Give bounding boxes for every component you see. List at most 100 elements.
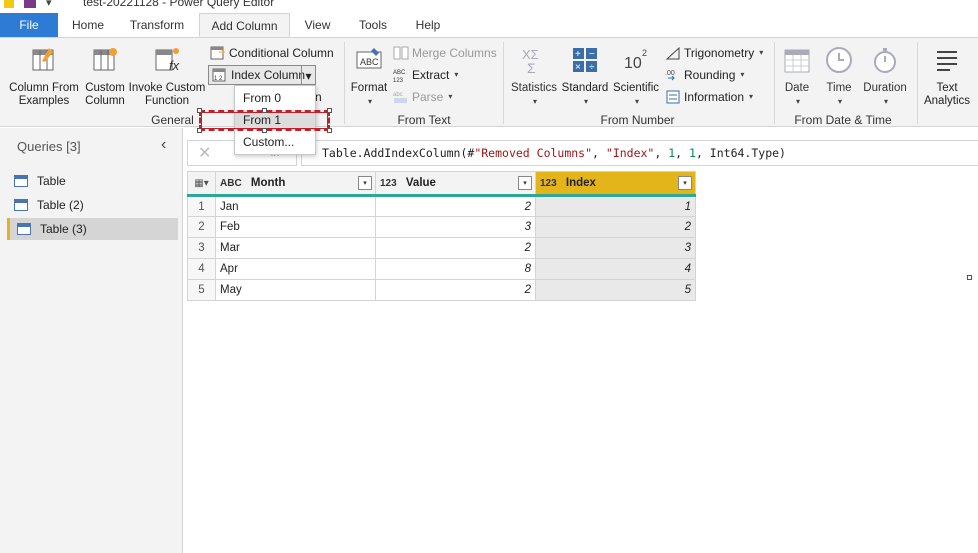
column-header-month[interactable]: ABC Month ▾ <box>215 171 376 197</box>
standard-icon: + − × ÷ <box>573 48 597 73</box>
quick-access-dropdown-icon[interactable]: ▾ <box>46 0 52 9</box>
table-icon <box>17 223 31 235</box>
index-column-dropdown-icon[interactable]: ▾ <box>301 66 315 84</box>
menu-item-from-1[interactable]: From 1 <box>235 110 315 130</box>
time-label: Time <box>826 82 852 94</box>
conditional-column-button[interactable]: Conditional Column <box>210 43 334 63</box>
resize-handle <box>327 128 332 133</box>
collapse-pane-icon[interactable]: ‹ <box>161 136 166 154</box>
number-type-icon[interactable]: 123 <box>380 178 397 189</box>
tab-transform[interactable]: Transform <box>126 13 188 37</box>
merge-columns-icon <box>393 46 409 60</box>
cell-value[interactable]: 2 <box>375 195 536 217</box>
rounding-button[interactable]: .00 Rounding ▾ <box>665 65 744 85</box>
group-label-from-text: From Text <box>397 113 451 127</box>
trigonometry-button[interactable]: Trigonometry ▾ <box>665 43 763 63</box>
powerbi-logo-icon <box>4 0 14 8</box>
formula-string-1: "Removed Columns" <box>474 146 593 160</box>
column-from-examples-button[interactable]: Column From Examples <box>6 46 82 108</box>
table-menu-button[interactable]: ▦▾ <box>187 171 216 197</box>
date-button[interactable]: Date ▾ <box>778 46 816 108</box>
index-column-button[interactable]: 1 2 Index Column ▾ <box>208 65 316 85</box>
column-header-index[interactable]: 123 Index ▾ <box>535 171 696 197</box>
duration-button[interactable]: Duration ▾ <box>860 46 910 108</box>
format-button[interactable]: ABC Format ▾ <box>349 46 389 108</box>
svg-text:÷: ÷ <box>589 62 595 73</box>
query-item-table[interactable]: Table <box>7 170 178 192</box>
statistics-button[interactable]: XΣ Σ Statistics ▾ <box>509 46 559 108</box>
query-item-label: Table (2) <box>37 198 84 212</box>
cell-index[interactable]: 2 <box>535 216 696 238</box>
svg-text:+: + <box>575 49 581 60</box>
time-clock-icon <box>826 47 852 73</box>
scientific-dropdown-icon: ▾ <box>634 97 639 106</box>
custom-column-button[interactable]: Custom Column <box>82 46 128 108</box>
cell-index[interactable]: 4 <box>535 258 696 280</box>
rounding-label: Rounding <box>684 68 736 82</box>
information-button[interactable]: Information ▾ <box>665 87 753 107</box>
window-title: test-20221128 - Power Query Editor <box>83 0 275 9</box>
pane-resize-handle[interactable] <box>967 275 972 280</box>
standard-button[interactable]: + − × ÷ Standard ▾ <box>559 46 611 108</box>
date-calendar-icon <box>784 49 810 73</box>
cell-value[interactable]: 3 <box>375 216 536 238</box>
statistics-dropdown-icon: ▾ <box>532 97 537 106</box>
query-item-table-2[interactable]: Table (2) <box>7 194 178 216</box>
format-dropdown-icon: ▾ <box>367 97 372 106</box>
tab-view[interactable]: View <box>300 13 335 37</box>
ribbon-separator <box>774 42 775 124</box>
information-label: Information <box>684 90 745 104</box>
cell-month[interactable]: Jan <box>215 195 376 217</box>
extract-icon: ABC 123 <box>393 70 406 83</box>
merge-columns-button[interactable]: Merge Columns <box>393 43 497 63</box>
cell-index[interactable]: 5 <box>535 279 696 301</box>
menu-item-custom[interactable]: Custom... <box>235 132 315 152</box>
cell-value[interactable]: 8 <box>375 258 536 280</box>
cell-month[interactable]: Apr <box>215 258 376 280</box>
query-item-table-3[interactable]: Table (3) <box>7 218 178 240</box>
filter-dropdown-icon[interactable]: ▾ <box>518 176 532 190</box>
cell-month[interactable]: Feb <box>215 216 376 238</box>
queries-pane: Queries [3] ‹ Table Table (2) Table (3) <box>0 128 183 553</box>
information-dropdown-icon: ▾ <box>749 92 754 101</box>
tab-help[interactable]: Help <box>410 13 446 37</box>
save-icon[interactable] <box>24 0 36 8</box>
cell-month[interactable]: Mar <box>215 237 376 259</box>
tab-tools[interactable]: Tools <box>354 13 392 37</box>
standard-label: Standard <box>561 82 609 94</box>
cell-index[interactable]: 3 <box>535 237 696 259</box>
svg-text:ABC: ABC <box>360 57 379 67</box>
invoke-custom-function-button[interactable]: fx Invoke Custom Function <box>128 46 206 108</box>
format-label: Format <box>350 82 388 94</box>
cell-month[interactable]: May <box>215 279 376 301</box>
tab-add-column[interactable]: Add Column <box>199 13 290 37</box>
tab-file[interactable]: File <box>0 13 58 37</box>
table-row: 5 May 2 5 <box>187 279 696 301</box>
row-number: 5 <box>187 279 216 301</box>
cancel-icon[interactable]: ✕ <box>198 143 211 163</box>
formula-bar[interactable]: Table.AddIndexColumn(#"Removed Columns",… <box>301 140 978 166</box>
number-type-icon[interactable]: 123 <box>540 178 557 189</box>
parse-button[interactable]: abc Parse ▾ <box>393 87 452 107</box>
time-button[interactable]: Time ▾ <box>820 46 858 108</box>
filter-dropdown-icon[interactable]: ▾ <box>358 176 372 190</box>
duplicate-column-partial[interactable]: n <box>315 87 322 107</box>
cell-value[interactable]: 2 <box>375 237 536 259</box>
scientific-button[interactable]: 10 2 Scientific ▾ <box>611 46 661 108</box>
information-icon <box>666 90 680 104</box>
filter-dropdown-icon[interactable]: ▾ <box>678 176 692 190</box>
column-header-value[interactable]: 123 Value ▾ <box>375 171 536 197</box>
text-type-icon[interactable]: ABC <box>220 178 242 189</box>
extract-label: Extract <box>412 68 450 82</box>
text-analytics-button[interactable]: Text Analytics <box>922 46 972 108</box>
cell-index[interactable]: 1 <box>535 195 696 217</box>
menu-item-from-0[interactable]: From 0 <box>235 88 315 108</box>
group-label-from-date-time: From Date & Time <box>794 113 892 127</box>
cell-value[interactable]: 2 <box>375 279 536 301</box>
ribbon-separator <box>503 42 504 124</box>
column-from-examples-label: Column From Examples <box>9 82 79 107</box>
tab-home[interactable]: Home <box>68 13 108 37</box>
parse-icon: abc <box>393 92 407 103</box>
extract-button[interactable]: ABC 123 Extract ▾ <box>393 65 458 85</box>
svg-text:−: − <box>589 49 595 60</box>
